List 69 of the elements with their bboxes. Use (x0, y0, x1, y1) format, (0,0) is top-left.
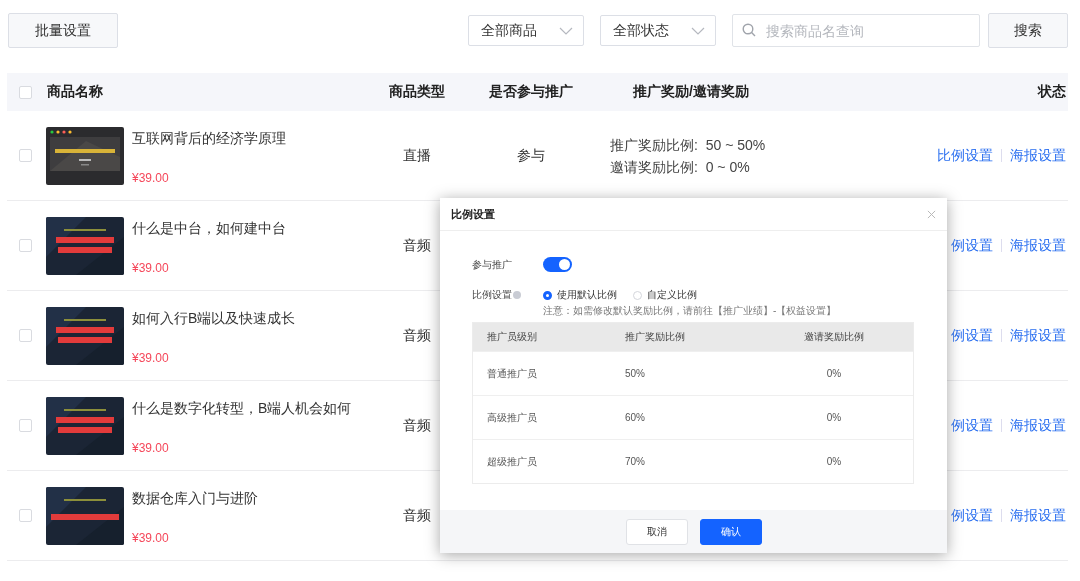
column-header: 推广奖励/邀请奖励 (633, 83, 749, 101)
action-link[interactable]: 例设置 (951, 506, 993, 525)
table-cell: 超级推广员 (487, 455, 537, 467)
table-cell: 0% (826, 368, 842, 379)
checkbox[interactable] (18, 329, 32, 342)
action-link[interactable]: 例设置 (951, 326, 993, 345)
cancel-button[interactable]: 取消 (625, 518, 688, 545)
table-cell: 0% (826, 456, 842, 467)
action-link[interactable]: 海报设置 (1010, 416, 1066, 435)
checkbox[interactable] (18, 509, 32, 522)
column-header: 邀请奖励比例 (804, 331, 864, 342)
table-cell: 70% (625, 456, 645, 467)
table-cell: 普通推广员 (487, 367, 537, 379)
info-icon (513, 291, 521, 299)
checkbox[interactable] (18, 85, 32, 99)
table-cell: 60% (625, 412, 645, 423)
product-title: 互联网背后的经济学原理 (132, 128, 286, 147)
column-header: 状态 (1038, 83, 1066, 101)
search-field[interactable]: 搜索商品名查询 (732, 14, 980, 47)
radio-option[interactable]: 自定义比例 (633, 288, 697, 302)
batch-settings-button[interactable]: 批量设置 (8, 13, 118, 48)
product-title: 数据仓库入门与进阶 (132, 488, 258, 507)
checkbox[interactable] (18, 149, 32, 162)
product-price: ¥39.00 (132, 260, 170, 275)
chevron-down-icon (691, 26, 705, 35)
confirm-button[interactable]: 确认 (699, 518, 762, 545)
product-title: 如何入行B端以及快速成长 (132, 308, 296, 327)
reward-ratio: 邀请奖励比例: 0 ~ 0% (610, 157, 750, 177)
promotion-status: 参与 (517, 146, 545, 165)
column-header: 商品类型 (388, 83, 445, 101)
dialog-title: 比例设置 (451, 206, 495, 222)
action-link[interactable]: 海报设置 (1010, 326, 1066, 345)
product-type: 音频 (402, 326, 431, 345)
action-link[interactable]: 例设置 (951, 236, 993, 255)
checkbox[interactable] (18, 239, 32, 252)
product-price: ¥39.00 (132, 350, 170, 365)
field-label: 比例设置 (472, 288, 512, 302)
product-type: 音频 (402, 416, 431, 435)
close-icon[interactable] (927, 209, 936, 219)
filter-dropdown[interactable]: 全部商品 (468, 15, 584, 46)
product-price: ¥39.00 (132, 440, 170, 455)
action-link[interactable]: 比例设置 (937, 146, 993, 165)
product-title: 什么是中台，如何建中台 (132, 218, 286, 237)
column-header: 推广奖励比例 (625, 331, 685, 342)
toggle-switch[interactable] (543, 257, 572, 272)
reward-ratio: 推广奖励比例: 50 ~ 50% (610, 135, 766, 155)
checkbox[interactable] (18, 419, 32, 432)
product-title: 什么是数字化转型，B端人机会如何 (132, 398, 352, 417)
note-text: 注意：如需修改默认奖励比例，请前往【推广业绩】-【权益设置】 (543, 304, 837, 318)
column-header: 是否参与推广 (489, 83, 573, 101)
column-header: 商品名称 (47, 83, 103, 101)
product-type: 直播 (402, 146, 431, 165)
filter-dropdown[interactable]: 全部状态 (600, 15, 716, 46)
product-price: ¥39.00 (132, 170, 170, 185)
table-cell: 50% (625, 368, 645, 379)
action-link[interactable]: 海报设置 (1010, 146, 1066, 165)
action-link[interactable]: 例设置 (951, 416, 993, 435)
product-type: 音频 (402, 236, 431, 255)
radio-option[interactable]: 使用默认比例 (543, 288, 617, 302)
field-label: 参与推广 (472, 257, 513, 272)
search-button[interactable]: 搜索 (988, 13, 1068, 48)
column-header: 推广员级别 (487, 331, 537, 342)
product-price: ¥39.00 (132, 530, 170, 545)
product-type: 音频 (402, 506, 431, 525)
action-link[interactable]: 海报设置 (1010, 236, 1066, 255)
action-link[interactable]: 海报设置 (1010, 506, 1066, 525)
table-cell: 0% (826, 412, 842, 423)
chevron-down-icon (559, 26, 573, 35)
table-cell: 高级推广员 (487, 411, 537, 423)
